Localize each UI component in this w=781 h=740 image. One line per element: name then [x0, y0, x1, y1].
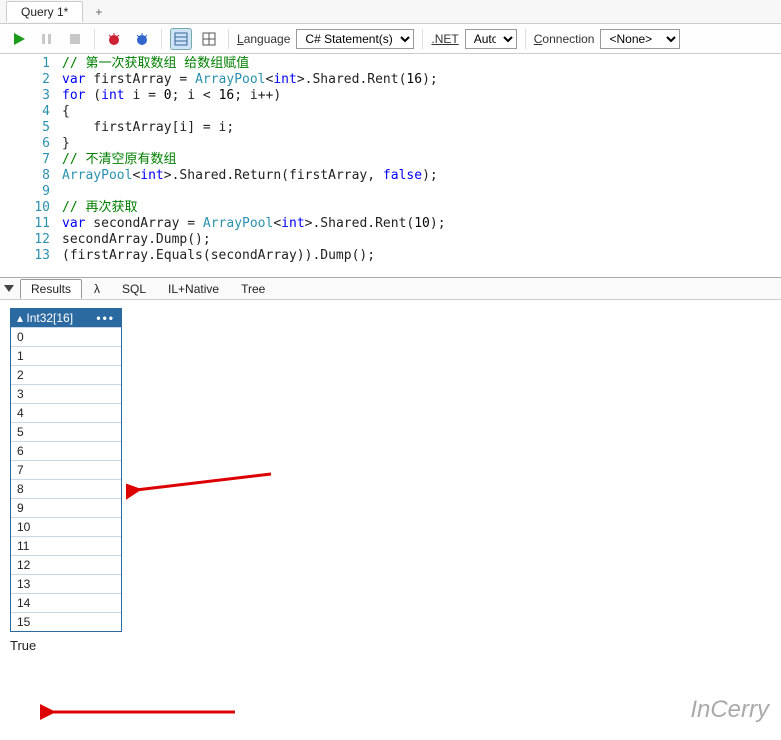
- watermark: InCerry: [690, 696, 769, 724]
- language-select[interactable]: C# Statement(s): [296, 29, 414, 49]
- tab-results[interactable]: Results: [20, 279, 82, 299]
- dump-menu-icon[interactable]: •••: [96, 311, 115, 325]
- tab-add-button[interactable]: +: [85, 2, 112, 22]
- connection-select[interactable]: <None>: [600, 29, 680, 49]
- table-row: 8: [11, 479, 121, 498]
- dump-header[interactable]: ▴ Int32[16] •••: [11, 309, 121, 327]
- stop-button[interactable]: [64, 28, 86, 50]
- toolbar: Language C# Statement(s) .NET Auto Conne…: [0, 24, 781, 54]
- table-row: 15: [11, 612, 121, 631]
- table-row: 5: [11, 422, 121, 441]
- dump-type-label: Int32[16]: [26, 311, 73, 325]
- table-row: 0: [11, 327, 121, 346]
- debug-red-icon[interactable]: [103, 28, 125, 50]
- table-row: 14: [11, 593, 121, 612]
- table-row: 13: [11, 574, 121, 593]
- net-select[interactable]: Auto: [465, 29, 517, 49]
- pause-button[interactable]: [36, 28, 58, 50]
- separator: [525, 29, 526, 49]
- collapse-toggle-icon[interactable]: [4, 285, 14, 292]
- connection-label: Connection: [534, 32, 595, 46]
- separator: [94, 29, 95, 49]
- run-button[interactable]: [8, 28, 30, 50]
- debug-blue-icon[interactable]: [131, 28, 153, 50]
- view-grid-icon[interactable]: [198, 28, 220, 50]
- tab-tree[interactable]: Tree: [231, 280, 275, 298]
- table-row: 9: [11, 498, 121, 517]
- tab-bar: Query 1* +: [0, 0, 781, 24]
- table-row: 11: [11, 536, 121, 555]
- tab-sql[interactable]: SQL: [112, 280, 156, 298]
- net-label: .NET: [431, 32, 458, 46]
- line-gutter: 12345678910111213: [0, 54, 58, 277]
- tab-ilnative[interactable]: IL+Native: [158, 280, 229, 298]
- output-true: True: [10, 638, 771, 653]
- code-editor[interactable]: 12345678910111213 // 第一次获取数组 给数组赋值var fi…: [0, 54, 781, 278]
- table-row: 3: [11, 384, 121, 403]
- tab-lambda[interactable]: λ: [84, 280, 110, 298]
- annotation-arrow-1: [126, 468, 276, 500]
- code-content[interactable]: // 第一次获取数组 给数组赋值var firstArray = ArrayPo…: [58, 54, 781, 277]
- table-row: 7: [11, 460, 121, 479]
- table-row: 2: [11, 365, 121, 384]
- table-row: 4: [11, 403, 121, 422]
- results-pane: ▴ Int32[16] ••• 0123456789101112131415 T…: [0, 300, 781, 730]
- separator: [422, 29, 423, 49]
- query-tab[interactable]: Query 1*: [6, 1, 83, 22]
- table-row: 10: [11, 517, 121, 536]
- results-tabbar: Results λ SQL IL+Native Tree: [0, 278, 781, 300]
- table-row: 6: [11, 441, 121, 460]
- language-label: Language: [237, 32, 290, 46]
- dump-table: ▴ Int32[16] ••• 0123456789101112131415: [10, 308, 122, 632]
- separator: [161, 29, 162, 49]
- annotation-arrow-2: [40, 700, 240, 724]
- separator: [228, 29, 229, 49]
- view-rich-icon[interactable]: [170, 28, 192, 50]
- table-row: 12: [11, 555, 121, 574]
- table-row: 1: [11, 346, 121, 365]
